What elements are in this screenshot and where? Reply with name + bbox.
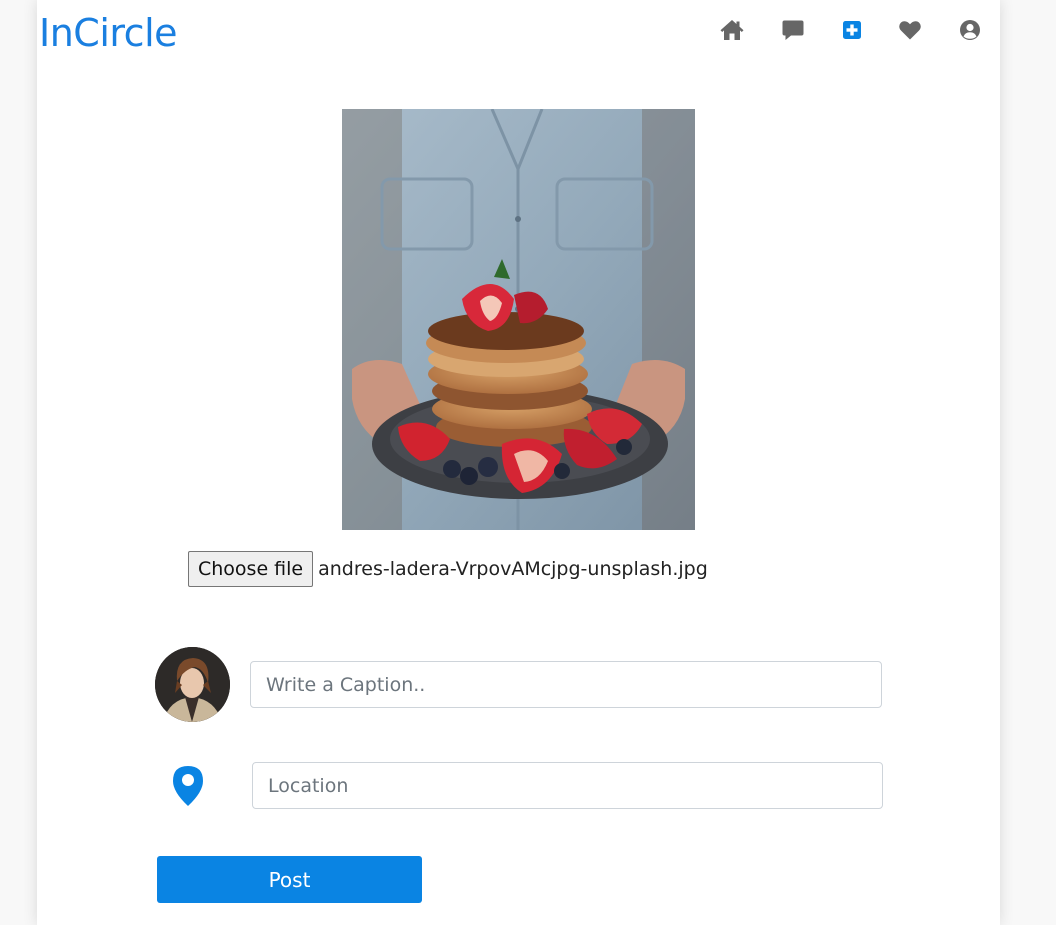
map-pin-icon [171, 765, 205, 807]
post-button[interactable]: Post [157, 856, 422, 903]
file-input-row: Choose file andres-ladera-VrpovAMcjpg-un… [188, 550, 708, 587]
user-avatar [155, 647, 230, 722]
add-post-icon[interactable] [839, 17, 865, 43]
heart-icon[interactable] [897, 17, 923, 43]
top-navbar: InCircle [37, 0, 1000, 72]
choose-file-button[interactable]: Choose file [188, 550, 314, 587]
app-logo[interactable]: InCircle [39, 11, 178, 55]
main-card: InCircle Choose file andres-ladera-Vrpov… [37, 0, 1000, 925]
location-input[interactable] [252, 762, 883, 809]
message-icon[interactable] [780, 17, 806, 43]
selected-file-name: andres-ladera-VrpovAMcjpg-unsplash.jpg [318, 557, 708, 580]
home-icon[interactable] [719, 17, 745, 43]
image-preview [342, 109, 695, 530]
profile-icon[interactable] [957, 17, 983, 43]
caption-input[interactable] [250, 661, 882, 708]
